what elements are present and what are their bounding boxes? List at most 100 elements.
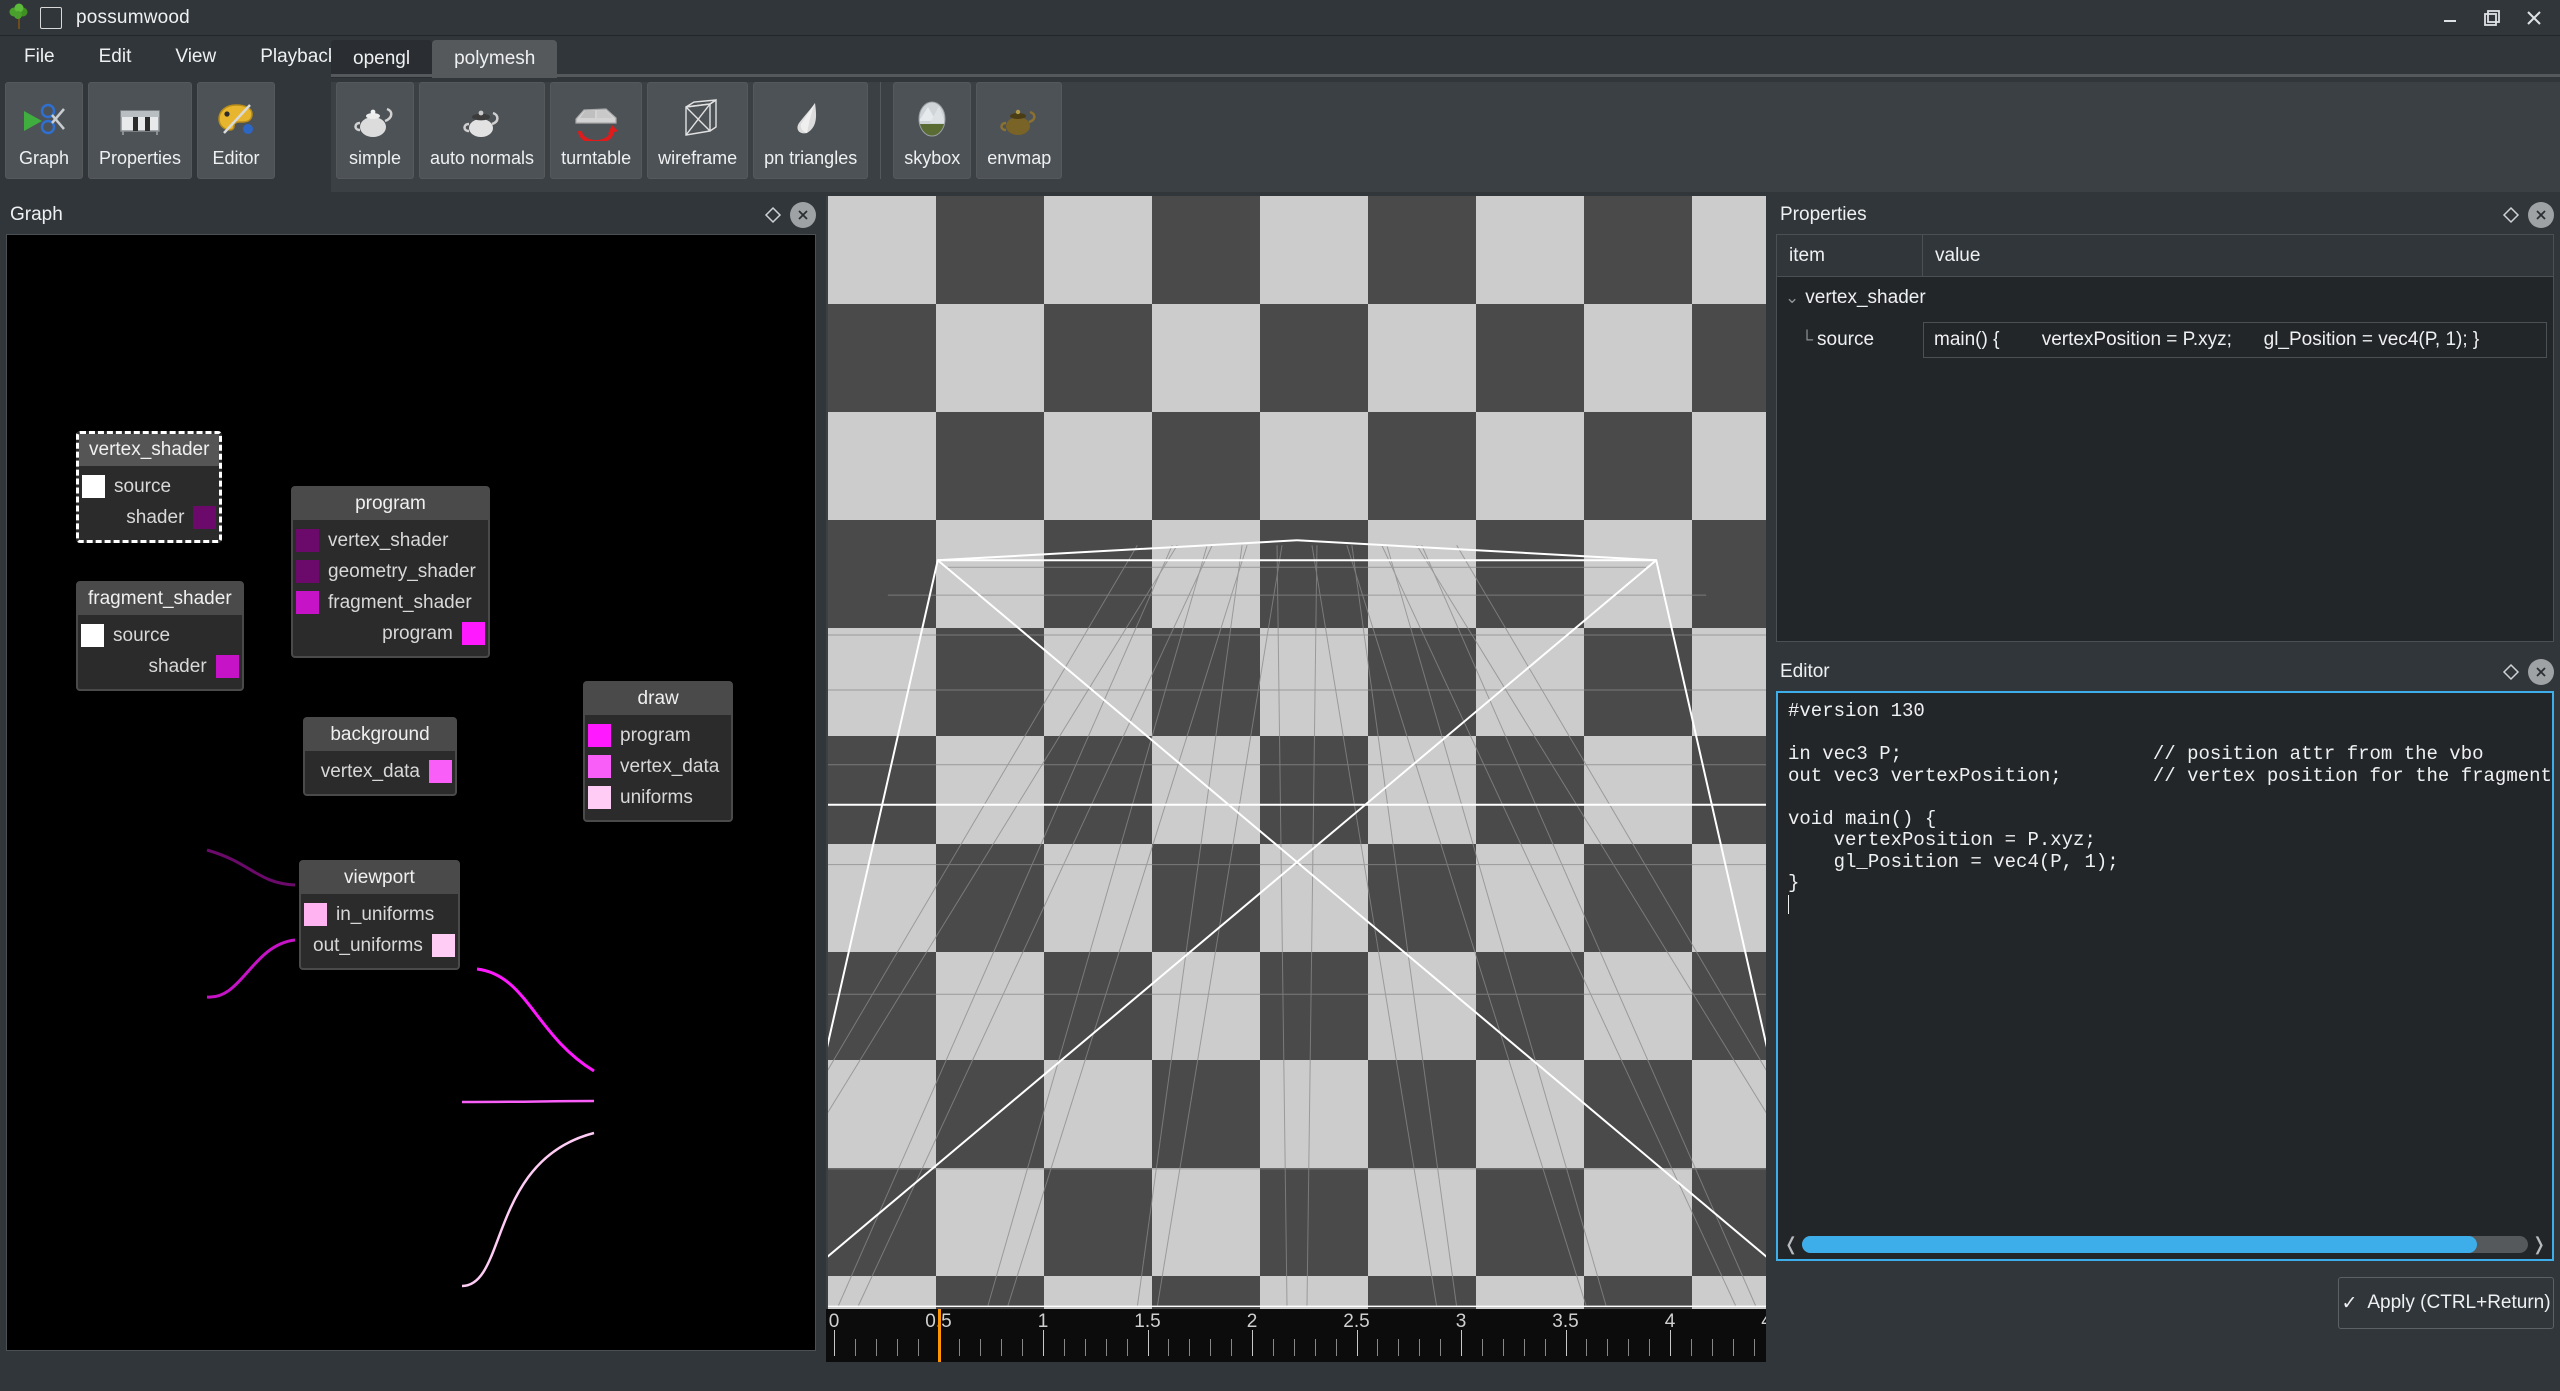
timeline-tick (1272, 1339, 1274, 1356)
timeline-tick (1419, 1339, 1421, 1356)
graph-input-port[interactable]: source (78, 620, 242, 651)
tree-item-vertex-shader[interactable]: ⌄ vertex_shader (1777, 287, 1926, 309)
port-socket-icon[interactable] (296, 560, 319, 583)
menu-file[interactable]: File (4, 42, 75, 72)
port-socket-icon[interactable] (588, 786, 611, 809)
close-icon[interactable] (2514, 3, 2554, 33)
port-socket-icon[interactable] (588, 755, 611, 778)
port-socket-icon[interactable] (461, 622, 485, 645)
menu-view[interactable]: View (155, 42, 236, 72)
graph-output-port[interactable]: out_uniforms (301, 930, 458, 961)
text-caret (1788, 894, 1789, 914)
float-diamond-icon[interactable] (760, 202, 786, 228)
toolbar-button-wireframe[interactable]: wireframe (647, 82, 749, 179)
close-icon[interactable] (2528, 202, 2554, 228)
column-header-item[interactable]: item (1777, 235, 1923, 276)
timeline-tick (1001, 1339, 1003, 1356)
chevron-left-icon[interactable]: ❬ (1780, 1234, 1802, 1255)
editor-textarea-wrapper[interactable]: #version 130 in vec3 P; // position attr… (1776, 691, 2554, 1261)
port-socket-icon[interactable] (193, 506, 217, 529)
toolbar-button-auto-normals-label: auto normals (430, 148, 535, 168)
graph-output-port[interactable]: vertex_data (305, 756, 455, 787)
port-label: program (620, 724, 691, 746)
graph-node-background[interactable]: background vertex_data (303, 717, 457, 796)
viewport-3d[interactable] (826, 196, 1766, 1309)
toolbar-button-turntable-label: turntable (561, 148, 632, 168)
graph-node-header[interactable]: draw (585, 683, 732, 715)
graph-canvas[interactable]: vertex_shader source shader program vertex_s… (6, 234, 816, 1351)
table-row[interactable]: ⌄ vertex_shader (1777, 277, 2553, 319)
graph-output-port[interactable]: shader (79, 502, 219, 533)
float-diamond-icon[interactable] (2498, 202, 2524, 228)
toolbar-button-graph[interactable]: Graph (5, 82, 83, 179)
graph-output-port[interactable]: shader (78, 651, 242, 682)
port-socket-icon[interactable] (431, 934, 455, 957)
float-diamond-icon[interactable] (2498, 659, 2524, 685)
properties-table[interactable]: item value ⌄ vertex_shader └ source main… (1776, 234, 2554, 642)
table-row[interactable]: └ source main() { vertexPosition = P.xyz… (1777, 319, 2553, 361)
chevron-down-icon[interactable]: ⌄ (1777, 288, 1805, 308)
port-socket-icon[interactable] (296, 529, 319, 552)
column-header-value[interactable]: value (1923, 235, 2553, 276)
graph-input-port[interactable]: fragment_shader (293, 587, 488, 618)
timeline-tick (1502, 1339, 1504, 1356)
port-socket-icon[interactable] (215, 655, 239, 678)
apply-button[interactable]: ✓ Apply (CTRL+Return) (2338, 1277, 2554, 1329)
chevron-right-icon[interactable]: ❭ (2528, 1234, 2550, 1255)
toolbar-button-turntable[interactable]: turntable (550, 82, 643, 179)
graph-input-port[interactable]: uniforms (585, 782, 731, 813)
port-socket-icon[interactable] (429, 760, 452, 783)
toolbar-button-skybox[interactable]: skybox (893, 82, 972, 179)
graph-node-header[interactable]: vertex_shader (79, 434, 220, 466)
port-socket-icon[interactable] (81, 624, 104, 647)
tree-item-source[interactable]: └ source (1777, 329, 1923, 351)
toolbar-button-simple[interactable]: simple (336, 82, 414, 179)
shader-code-editor[interactable]: #version 130 in vec3 P; // position attr… (1778, 693, 2552, 1229)
timeline-tick (1314, 1339, 1316, 1356)
graph-node-header[interactable]: fragment_shader (78, 583, 242, 615)
editor-horizontal-scrollbar[interactable]: ❬ ❭ (1780, 1231, 2550, 1257)
graph-node-fragment-shader[interactable]: fragment_shadersource shader (76, 581, 244, 691)
graph-output-port[interactable]: program (293, 618, 488, 649)
graph-input-port[interactable]: geometry_shader (293, 556, 488, 587)
scrollbar-track[interactable] (1802, 1235, 2528, 1253)
port-socket-icon[interactable] (588, 724, 611, 747)
timeline-tick (1628, 1339, 1630, 1356)
toolbar-button-auto-normals[interactable]: auto normals (419, 82, 546, 179)
port-socket-icon[interactable] (82, 475, 105, 498)
source-value-field[interactable]: main() { vertexPosition = P.xyz; gl_Posi… (1923, 322, 2547, 358)
maximize-restore-icon[interactable] (2472, 3, 2512, 33)
toolbar-button-editor[interactable]: Editor (197, 82, 276, 179)
graph-node-program[interactable]: program vertex_shader geometry_shader fragm… (291, 486, 490, 658)
graph-input-port[interactable]: source (79, 471, 219, 502)
graph-input-port[interactable]: program (585, 720, 731, 751)
graph-input-port[interactable]: vertex_data (585, 751, 731, 782)
menu-edit[interactable]: Edit (79, 42, 152, 72)
graph-node-header[interactable]: program (293, 488, 488, 520)
tab-opengl[interactable]: opengl (331, 40, 433, 78)
graph-node-vertex-shader[interactable]: vertex_shadersource shader (76, 431, 223, 543)
graph-node-header[interactable]: viewport (301, 862, 458, 894)
toolbar-button-properties[interactable]: Properties (88, 82, 193, 179)
graph-node-draw[interactable]: draw program vertex_data uniforms (583, 681, 734, 822)
timeline-ruler[interactable]: 00.511.522.533.544.5 (826, 1309, 1766, 1362)
toolbar-button-envmap[interactable]: envmap (976, 82, 1063, 179)
graph-node-header[interactable]: background (305, 719, 455, 751)
timeline-playhead[interactable] (937, 1309, 941, 1362)
graph-input-port[interactable]: vertex_shader (293, 525, 488, 556)
properties-table-icon (116, 90, 164, 148)
tab-polymesh[interactable]: polymesh (432, 40, 558, 78)
minimize-icon[interactable] (2430, 3, 2470, 33)
scrollbar-thumb[interactable] (1802, 1235, 2478, 1253)
graph-input-port[interactable]: in_uniforms (301, 899, 458, 930)
toolbar-button-skybox-label: skybox (904, 148, 961, 168)
toolbar-button-pn-triangles-label: pn triangles (764, 148, 858, 168)
port-socket-icon[interactable] (304, 903, 327, 926)
close-icon[interactable] (2528, 659, 2554, 685)
graph-node-viewport[interactable]: viewport in_uniforms out_uniforms (299, 860, 460, 970)
port-socket-icon[interactable] (296, 591, 319, 614)
toolbar-button-pn-triangles[interactable]: pn triangles (753, 82, 869, 179)
close-icon[interactable] (790, 202, 816, 228)
check-icon: ✓ (2341, 1292, 2358, 1314)
timeline-tick (854, 1339, 856, 1356)
